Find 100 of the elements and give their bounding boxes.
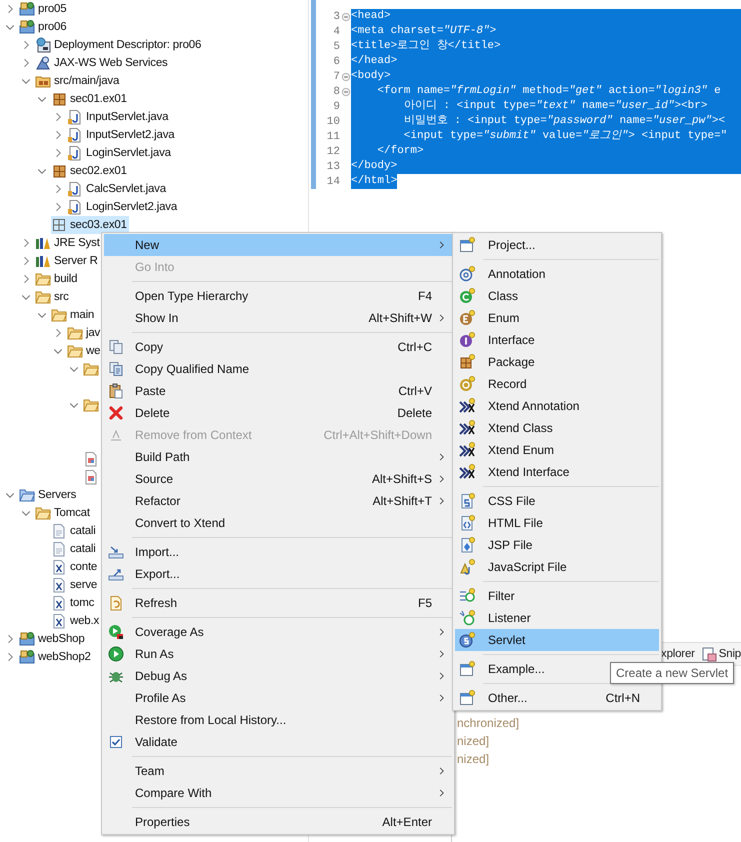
- menu-item[interactable]: Interface: [455, 329, 659, 351]
- snippet-icon: [700, 646, 717, 662]
- menu-item[interactable]: Restore from Local History...: [104, 709, 452, 731]
- menu-item[interactable]: Record: [455, 373, 659, 395]
- annotation-icon: [459, 266, 475, 282]
- tree-item[interactable]: Tomcat: [35, 504, 92, 522]
- menu-item[interactable]: Annotation: [455, 263, 659, 285]
- tree-item[interactable]: JRE Syst: [35, 234, 102, 252]
- library-icon: [35, 235, 51, 251]
- menu-item[interactable]: Source Alt+Shift+S: [104, 468, 452, 490]
- xtend-icon: [459, 464, 475, 480]
- menu-item[interactable]: Team: [104, 760, 452, 782]
- menu-item[interactable]: Run As: [104, 643, 452, 665]
- line-number: 8: [332, 86, 340, 98]
- interface-icon: [459, 332, 475, 348]
- tree-item[interactable]: sec01.ex01: [51, 90, 129, 108]
- xtend-icon: [459, 420, 475, 436]
- copy-name-icon: [108, 361, 124, 377]
- tree-item[interactable]: serve: [51, 576, 100, 594]
- console-line: nized]: [457, 733, 490, 750]
- tree-item[interactable]: webShop: [19, 630, 87, 648]
- menu-item[interactable]: Profile As: [104, 687, 452, 709]
- window-icon: [459, 237, 475, 253]
- menu-item[interactable]: Validate: [104, 731, 452, 753]
- tree-item[interactable]: src: [35, 288, 71, 306]
- menu-item[interactable]: Xtend Interface: [455, 461, 659, 483]
- menu-item[interactable]: Open Type Hierarchy F4: [104, 285, 452, 307]
- tree-item[interactable]: catali: [51, 540, 98, 558]
- menu-item[interactable]: Listener: [455, 607, 659, 629]
- copy-icon: [108, 339, 124, 355]
- tree-item[interactable]: CalcServlet.java: [67, 180, 168, 198]
- tree-item[interactable]: catali: [51, 522, 98, 540]
- menu-item[interactable]: Refresh F5: [104, 592, 452, 614]
- line-number: 4: [332, 26, 340, 38]
- menu-item[interactable]: New: [104, 234, 452, 256]
- tree-item[interactable]: jav: [67, 324, 102, 342]
- menu-item[interactable]: Xtend Class: [455, 417, 659, 439]
- tree-item[interactable]: pro06: [19, 18, 68, 36]
- tree-item[interactable]: web.x: [51, 612, 102, 630]
- menu-item[interactable]: Debug As: [104, 665, 452, 687]
- view-tab[interactable]: xplorer: [661, 648, 695, 660]
- menu-item[interactable]: Class: [455, 285, 659, 307]
- menu-item[interactable]: Convert to Xtend: [104, 512, 452, 534]
- menu-item[interactable]: Servlet: [455, 629, 659, 651]
- tree-item[interactable]: tomc: [51, 594, 96, 612]
- tree-item[interactable]: LoginServlet.java: [67, 144, 173, 162]
- tree-item[interactable]: Server R: [35, 252, 100, 270]
- line-number: 7: [332, 70, 340, 82]
- tree-item[interactable]: sec03.ex01: [51, 216, 129, 234]
- view-tab[interactable]: Snip: [700, 646, 741, 662]
- file-icon: [51, 523, 67, 539]
- tree-item[interactable]: InputServlet2.java: [67, 126, 176, 144]
- menu-item[interactable]: Enum: [455, 307, 659, 329]
- tree-item[interactable]: sec02.ex01: [51, 162, 129, 180]
- tree-item[interactable]: Deployment Descriptor: pro06: [35, 36, 204, 54]
- line-number: 9: [332, 100, 340, 112]
- menu-item[interactable]: JavaScript File: [455, 556, 659, 578]
- tree-item[interactable]: conte: [51, 558, 100, 576]
- menu-item[interactable]: Show In Alt+Shift+W: [104, 307, 452, 329]
- tree-item[interactable]: build: [35, 270, 80, 288]
- menu-item[interactable]: Copy Ctrl+C: [104, 336, 452, 358]
- menu-item[interactable]: HTML File: [455, 512, 659, 534]
- tree-item[interactable]: we: [67, 342, 102, 360]
- menu-item[interactable]: Filter: [455, 585, 659, 607]
- menu-item[interactable]: Xtend Annotation: [455, 395, 659, 417]
- class-icon: [459, 288, 475, 304]
- menu-item[interactable]: Compare With: [104, 782, 452, 804]
- menu-item[interactable]: Project...: [455, 234, 659, 256]
- tree-item[interactable]: pro05: [19, 0, 68, 18]
- menu-item[interactable]: CSS File: [455, 490, 659, 512]
- menu-item[interactable]: Delete Delete: [104, 402, 452, 424]
- tree-item[interactable]: JAX-WS Web Services: [35, 54, 170, 72]
- tree-item[interactable]: main: [51, 306, 96, 324]
- checkbox[interactable]: [108, 734, 124, 750]
- collapse-icon: [340, 72, 350, 82]
- menu-item[interactable]: Package: [455, 351, 659, 373]
- menu-item[interactable]: Paste Ctrl+V: [104, 380, 452, 402]
- project-icon: [19, 649, 35, 665]
- menu-item[interactable]: Import...: [104, 541, 452, 563]
- menu-item[interactable]: Other... Ctrl+N: [455, 687, 659, 709]
- menu-item[interactable]: Properties Alt+Enter: [104, 811, 452, 833]
- tree-item[interactable]: src/main/java: [35, 72, 122, 90]
- line-number: 12: [326, 146, 340, 158]
- folder-icon: [35, 271, 51, 287]
- line-number: 5: [332, 40, 340, 52]
- console-line: nized]: [457, 751, 490, 768]
- menu-item[interactable]: Export...: [104, 563, 452, 585]
- menu-item[interactable]: Build Path: [104, 446, 452, 468]
- tree-item[interactable]: InputServlet.java: [67, 108, 170, 126]
- xtend-icon: [459, 398, 475, 414]
- menu-item[interactable]: JSP File: [455, 534, 659, 556]
- menu-item[interactable]: Refactor Alt+Shift+T: [104, 490, 452, 512]
- menu-item[interactable]: Coverage As: [104, 621, 452, 643]
- tree-item[interactable]: webShop2: [19, 648, 93, 666]
- console-line: nchronized]: [457, 715, 520, 732]
- menu-item[interactable]: Copy Qualified Name: [104, 358, 452, 380]
- menu-item[interactable]: Xtend Enum: [455, 439, 659, 461]
- tree-item[interactable]: Servers: [19, 486, 78, 504]
- project-icon: [19, 631, 35, 647]
- tree-item[interactable]: LoginServlet2.java: [67, 198, 180, 216]
